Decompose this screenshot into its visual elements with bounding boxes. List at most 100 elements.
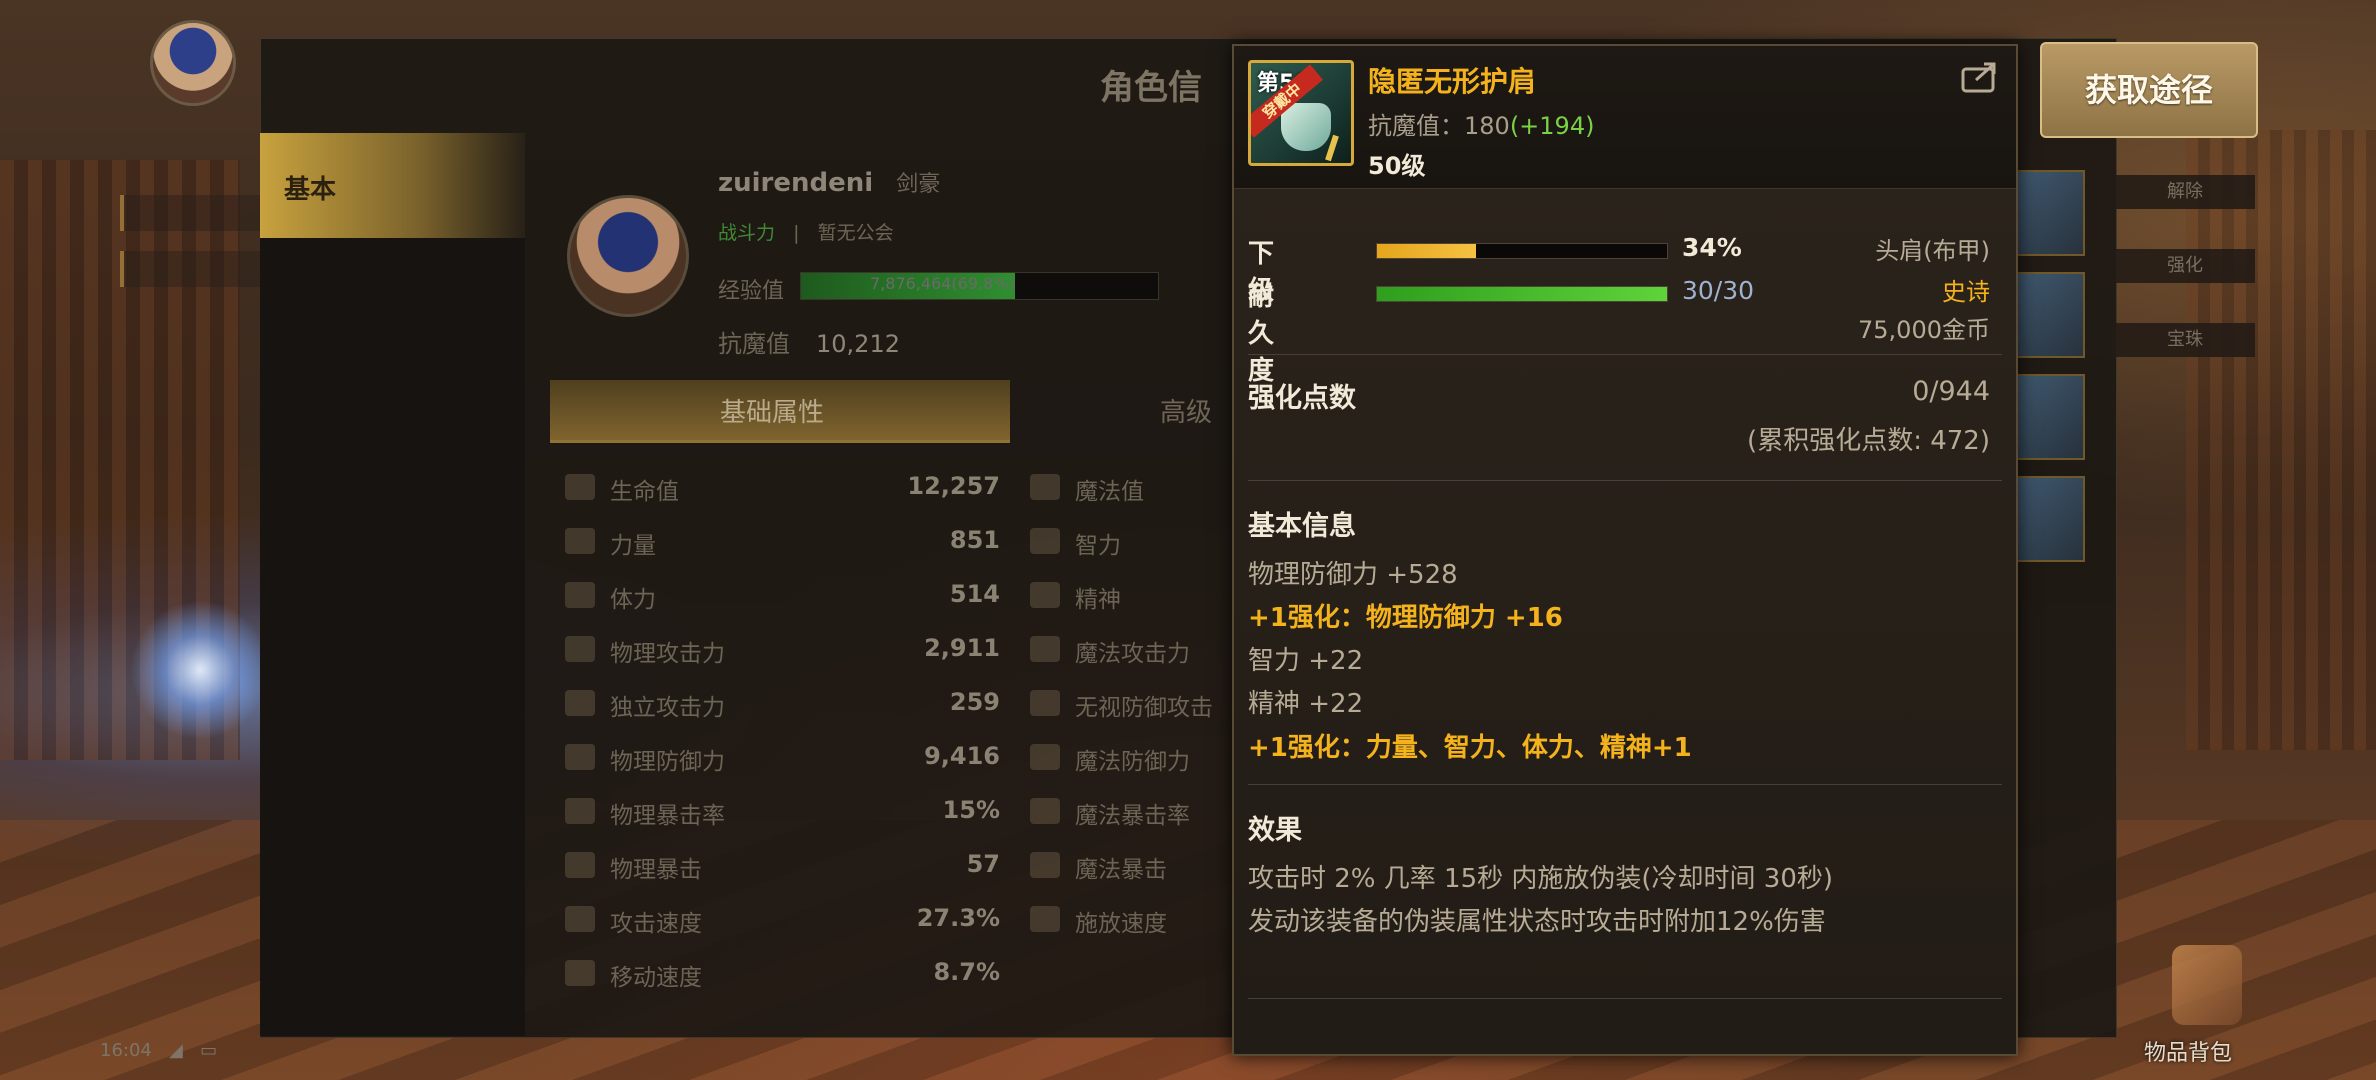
durability-value: 30/30 — [1682, 276, 1755, 305]
independent-attack-icon — [565, 690, 595, 716]
portal-glow — [130, 600, 270, 740]
stat-name: 物理防御力 — [610, 749, 725, 775]
shield-icon — [565, 744, 595, 770]
character-tags: 战斗力 | 暂无公会 — [718, 222, 894, 244]
stats-left: 生命值 12,257 力量 851 体力 514 物理攻击力 2,911 独立攻击力 25… — [560, 462, 1030, 1002]
right-side-badges: 解除 强化 宝珠 — [2115, 175, 2255, 397]
share-icon[interactable] — [1960, 60, 2002, 94]
stat-row: 魔法防御力 — [1025, 732, 1225, 786]
stat-row: 魔法值 — [1025, 462, 1225, 516]
subtab-basic-attributes[interactable]: 基础属性 — [550, 380, 1010, 443]
equipment-slot[interactable] — [2015, 476, 2085, 562]
move-speed-icon — [565, 960, 595, 986]
effect-title: 效果 — [1248, 815, 1302, 846]
stat-name: 魔法暴击 — [1075, 857, 1167, 883]
stat-name: 精神 — [1075, 587, 1121, 613]
stat-name: 移动速度 — [610, 965, 702, 991]
stat-row: 精神 — [1025, 570, 1225, 624]
stat-row: 物理暴击率 15% — [560, 786, 1030, 840]
equipment-slot[interactable] — [2015, 170, 2085, 256]
grade-bar — [1376, 243, 1668, 259]
cast-speed-icon — [1030, 906, 1060, 932]
profile-avatar — [567, 195, 689, 317]
stat-value: 259 — [949, 688, 1000, 716]
stat-value: 27.3% — [916, 904, 1000, 932]
stat-row: 独立攻击力 259 — [560, 678, 1030, 732]
stat-name: 体力 — [610, 587, 656, 613]
character-resistance: 抗魔值 10,212 — [718, 324, 900, 359]
badge[interactable]: 解除 — [2115, 175, 2255, 209]
stat-value: 12,257 — [907, 472, 1000, 500]
acquire-route-button[interactable]: 获取途径 — [2040, 42, 2258, 138]
hud-avatar[interactable] — [150, 20, 236, 106]
stat-row: 无视防御攻击 — [1025, 678, 1225, 732]
stat-name: 攻击速度 — [610, 911, 702, 937]
badge[interactable]: 宝珠 — [2115, 323, 2255, 357]
magic-crit-icon — [1030, 852, 1060, 878]
item-resistance: 抗魔值：180(+194) — [1368, 106, 1594, 141]
inventory-label: 物品背包 — [2144, 1041, 2233, 1066]
item-name: 隐匿无形护肩 — [1368, 65, 1537, 98]
stat-row: 物理暴击 57 — [560, 840, 1030, 894]
crit-icon — [565, 852, 595, 878]
divider — [1248, 354, 2002, 355]
badge[interactable]: 强化 — [2115, 249, 2255, 283]
wifi-icon: ◢ — [169, 1040, 183, 1061]
divider — [1248, 998, 2002, 999]
basic-info-line: 智力 +22 — [1248, 646, 1364, 676]
exp-label: 经验值 — [718, 279, 785, 304]
stat-name: 魔法防御力 — [1075, 749, 1190, 775]
intelligence-icon — [1030, 528, 1060, 554]
item-resistance-bonus: (+194) — [1509, 112, 1595, 140]
basic-info-line: 精神 +22 — [1248, 689, 1364, 719]
status-bar: 16:04 ◢ ▭ — [100, 1040, 500, 1070]
resistance-label: 抗魔值 — [718, 330, 790, 358]
stat-name: 施放速度 — [1075, 911, 1167, 937]
stat-name: 魔法攻击力 — [1075, 641, 1190, 667]
character-window-title: 角色信 — [1100, 68, 1202, 108]
stat-row: 生命值 12,257 — [560, 462, 1030, 516]
stat-name: 力量 — [610, 533, 656, 559]
effect-line: 发动该装备的伪装属性状态时攻击时附加12%伤害 — [1248, 907, 1826, 937]
stat-row: 智力 — [1025, 516, 1225, 570]
resistance-value: 10,212 — [816, 330, 900, 358]
stat-name: 物理攻击力 — [610, 641, 725, 667]
stat-value: 2,911 — [924, 634, 1000, 662]
item-slot: 头肩(布甲) — [1875, 237, 1990, 265]
item-icon: 第50 穿戴中 — [1248, 60, 1354, 166]
stat-value: 851 — [949, 526, 1000, 554]
attack-speed-icon — [565, 906, 595, 932]
stat-name: 魔法值 — [1075, 479, 1144, 505]
equipment-slots — [2015, 170, 2085, 578]
stat-row: 施放速度 — [1025, 894, 1225, 948]
equipment-slot[interactable] — [2015, 374, 2085, 460]
basic-info-line: +1强化：物理防御力 +16 — [1248, 603, 1563, 633]
tab-basic[interactable]: 基本 — [260, 133, 525, 238]
item-tooltip: 第50 穿戴中 隐匿无形护肩 抗魔值：180(+194) 50级 下级 34% … — [1232, 44, 2018, 1056]
divider — [1248, 480, 2002, 481]
stat-row: 魔法攻击力 — [1025, 624, 1225, 678]
strength-icon — [565, 528, 595, 554]
stat-name: 无视防御攻击 — [1075, 695, 1213, 721]
subtab-advanced[interactable]: 高级 — [1160, 392, 1212, 429]
stat-row: 攻击速度 27.3% — [560, 894, 1030, 948]
stat-value: 8.7% — [933, 958, 1000, 986]
stat-name: 魔法暴击率 — [1075, 803, 1190, 829]
character-class: 剑豪 — [896, 172, 941, 197]
stat-value: 57 — [966, 850, 1000, 878]
stat-row: 物理攻击力 2,911 — [560, 624, 1030, 678]
durability-bar — [1376, 286, 1668, 302]
magic-attack-icon — [1030, 636, 1060, 662]
equipment-slot[interactable] — [2015, 272, 2085, 358]
stat-row: 体力 514 — [560, 570, 1030, 624]
character-name-text: zuirendeni — [718, 168, 874, 198]
grade-bar-fill — [1377, 244, 1476, 258]
vitality-icon — [565, 582, 595, 608]
tooltip-header: 第50 穿戴中 隐匿无形护肩 抗魔值：180(+194) 50级 — [1234, 46, 2016, 189]
inventory-button[interactable]: 物品背包 — [2140, 945, 2270, 1066]
grade-value: 34% — [1682, 233, 1742, 262]
enhance-title: 强化点数 — [1248, 383, 1356, 414]
exp-text: 7,876,464(69.8%) — [870, 274, 1015, 293]
crit-rate-icon — [565, 798, 595, 824]
magic-crit-rate-icon — [1030, 798, 1060, 824]
